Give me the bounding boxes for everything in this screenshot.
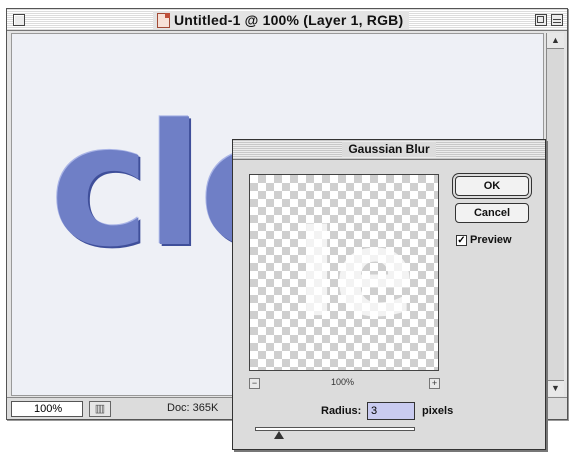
radius-slider-thumb[interactable] xyxy=(274,431,284,439)
collapse-box-icon[interactable] xyxy=(551,14,563,26)
document-titlebar[interactable]: Untitled-1 @ 100% (Layer 1, RGB) xyxy=(7,9,567,31)
cancel-button[interactable]: Cancel xyxy=(455,203,529,223)
document-title-group: Untitled-1 @ 100% (Layer 1, RGB) xyxy=(153,11,410,29)
radius-unit-label: pixels xyxy=(422,405,454,417)
zoom-level-field[interactable]: 100% xyxy=(11,401,83,417)
scroll-up-arrow-icon[interactable]: ▲ xyxy=(547,33,564,49)
vertical-scrollbar[interactable]: ▲ ▼ xyxy=(546,33,564,396)
close-box-icon[interactable] xyxy=(13,14,25,26)
preview-label: Preview xyxy=(470,234,512,246)
document-icon xyxy=(157,12,170,28)
document-size-info: Doc: 365K xyxy=(167,402,219,414)
preview-checkbox[interactable]: ✓ xyxy=(456,234,467,246)
minus-icon[interactable]: − xyxy=(249,378,260,389)
radius-label: Radius: xyxy=(321,405,362,417)
plus-icon[interactable]: + xyxy=(429,378,440,389)
status-menu-icon[interactable]: ▥ xyxy=(89,401,111,417)
radius-input[interactable] xyxy=(367,402,415,420)
preview-toggle[interactable]: ✓ Preview xyxy=(456,234,512,246)
preview-blurred-text: le xyxy=(296,205,416,344)
document-title: Untitled-1 @ 100% (Layer 1, RGB) xyxy=(174,12,404,28)
dialog-titlebar[interactable]: Gaussian Blur xyxy=(233,140,545,160)
gaussian-blur-dialog: Gaussian Blur le − 100% + OK Cancel ✓ Pr… xyxy=(232,139,546,450)
ok-button[interactable]: OK xyxy=(455,176,529,196)
zoom-box-icon[interactable] xyxy=(535,14,547,26)
dialog-title: Gaussian Blur xyxy=(342,142,436,157)
scroll-down-arrow-icon[interactable]: ▼ xyxy=(547,380,564,396)
filter-preview-pane[interactable]: le xyxy=(249,174,439,371)
preview-zoom-level: 100% xyxy=(331,377,355,387)
